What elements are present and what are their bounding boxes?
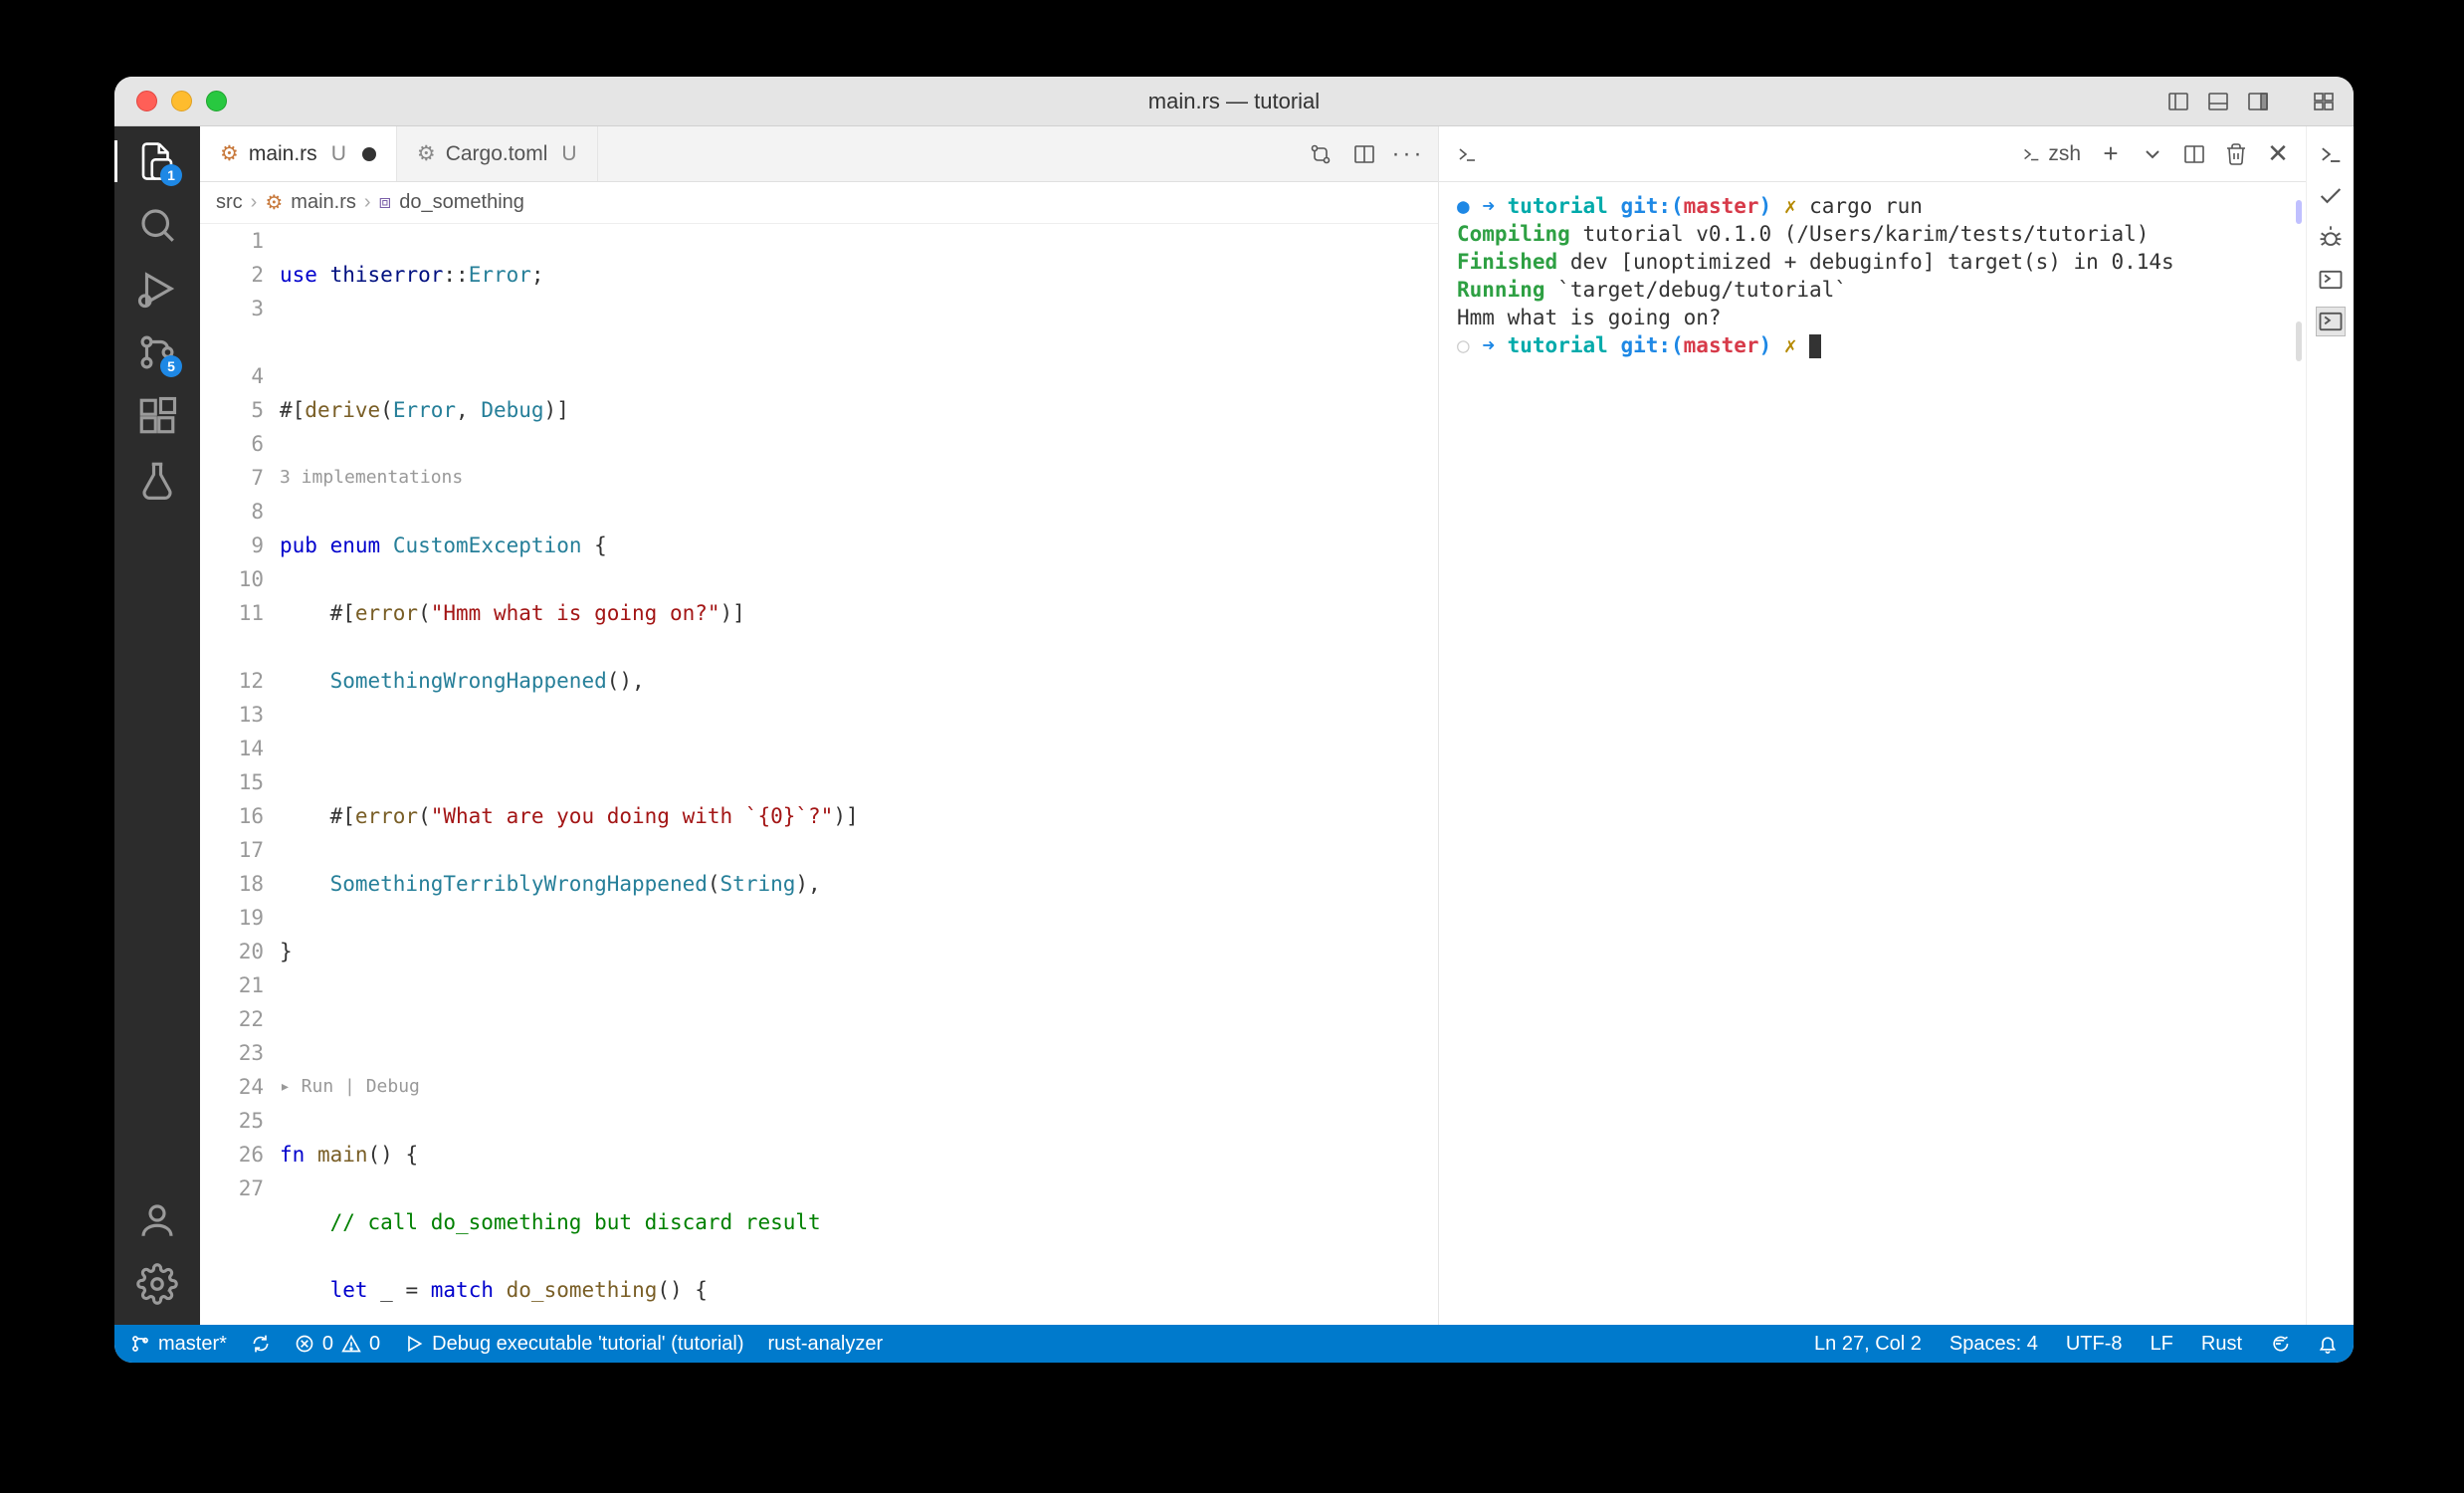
explorer-badge: 1 — [160, 164, 182, 186]
run-debug-icon[interactable] — [136, 268, 178, 310]
new-terminal-icon[interactable]: + — [2099, 142, 2123, 166]
tab-actions: ··· — [1309, 126, 1438, 181]
titlebar: main.rs — tutorial — [114, 77, 2354, 126]
layout-grid-icon[interactable] — [2312, 90, 2336, 113]
terminal-side-actions — [2306, 126, 2354, 1325]
side-output-icon[interactable] — [2317, 308, 2345, 335]
breadcrumb-segment[interactable]: src — [216, 191, 243, 214]
compare-changes-icon[interactable] — [1309, 142, 1333, 166]
feedback-icon[interactable] — [2270, 1334, 2290, 1354]
breadcrumb[interactable]: src › ⚙ main.rs › ⧈ do_something — [200, 182, 1438, 224]
terminal-titlebar: zsh + ✕ — [1439, 126, 2306, 182]
panel-right-icon[interactable] — [2246, 90, 2270, 113]
scm-badge: 5 — [160, 355, 182, 377]
code-lens-run[interactable]: ▸ Run | Debug — [280, 1070, 1418, 1104]
tab-label: Cargo.toml — [446, 142, 548, 166]
terminal-content[interactable]: ● ➜ tutorial git:(master) ✗ cargo run Co… — [1439, 182, 2306, 1325]
scrollbar-thumb[interactable] — [2296, 321, 2302, 361]
terminal-icon[interactable] — [1455, 142, 1479, 166]
tab-cargo-toml[interactable]: ⚙ Cargo.toml U — [397, 126, 598, 181]
source-control-icon[interactable]: 5 — [136, 331, 178, 373]
shell-name: zsh — [2048, 142, 2081, 166]
activity-bar: 1 5 — [114, 126, 200, 1325]
sync-status[interactable] — [251, 1334, 271, 1354]
tab-label: main.rs — [249, 142, 317, 166]
rust-analyzer-status[interactable]: rust-analyzer — [768, 1333, 884, 1356]
editor-group: ⚙ main.rs U ⚙ Cargo.toml U ··· src — [200, 126, 1438, 1325]
rust-file-icon: ⚙ — [265, 190, 283, 215]
tab-git-status: U — [331, 142, 346, 166]
bell-icon[interactable] — [2318, 1334, 2338, 1354]
terminal-profile-icon[interactable]: zsh — [2020, 142, 2081, 166]
code-content[interactable]: use thiserror::Error; #[derive(Error, De… — [280, 224, 1438, 1325]
toml-file-icon: ⚙ — [417, 141, 436, 166]
chevron-right-icon: › — [364, 191, 371, 214]
line-number-gutter: 123 4567891011 1213141516171819202122232… — [200, 224, 280, 1325]
gear-icon[interactable] — [136, 1263, 178, 1305]
indentation-status[interactable]: Spaces: 4 — [1950, 1333, 2038, 1356]
accounts-icon[interactable] — [136, 1199, 178, 1241]
more-actions-icon[interactable]: ··· — [1396, 142, 1420, 166]
side-terminal-icon[interactable] — [2317, 140, 2345, 168]
encoding-status[interactable]: UTF-8 — [2066, 1333, 2123, 1356]
window-body: 1 5 ⚙ main.rs U — [114, 126, 2354, 1325]
extensions-icon[interactable] — [136, 395, 178, 437]
code-lens[interactable]: 3 implementations — [280, 461, 1418, 495]
testing-icon[interactable] — [136, 459, 178, 501]
tab-git-status: U — [561, 142, 576, 166]
tab-main-rs[interactable]: ⚙ main.rs U — [200, 126, 397, 181]
search-icon[interactable] — [136, 204, 178, 246]
debug-target-status[interactable]: Debug executable 'tutorial' (tutorial) — [404, 1333, 743, 1356]
panel-bottom-icon[interactable] — [2206, 90, 2230, 113]
terminal-cursor — [1809, 334, 1821, 358]
code-editor[interactable]: 123 4567891011 1213141516171819202122232… — [200, 224, 1438, 1325]
eol-status[interactable]: LF — [2151, 1333, 2173, 1356]
branch-status[interactable]: master* — [130, 1333, 227, 1356]
terminal-dropdown-icon[interactable] — [2141, 142, 2164, 166]
breadcrumb-segment[interactable]: main.rs — [291, 191, 356, 214]
language-mode-status[interactable]: Rust — [2201, 1333, 2242, 1356]
window-title: main.rs — tutorial — [114, 89, 2354, 114]
vscode-window: main.rs — tutorial 1 5 — [114, 77, 2354, 1363]
chevron-right-icon: › — [251, 191, 258, 214]
breadcrumb-segment[interactable]: do_something — [399, 191, 524, 214]
terminal-panel: zsh + ✕ ● ➜ tutorial git:(master) ✗ carg… — [1438, 126, 2354, 1325]
trash-icon[interactable] — [2224, 142, 2248, 166]
tab-bar: ⚙ main.rs U ⚙ Cargo.toml U ··· — [200, 126, 1438, 182]
close-panel-icon[interactable]: ✕ — [2266, 142, 2290, 166]
rust-file-icon: ⚙ — [220, 141, 239, 166]
problems-status[interactable]: 0 0 — [295, 1333, 380, 1356]
side-check-icon[interactable] — [2317, 182, 2345, 210]
function-symbol-icon: ⧈ — [379, 191, 392, 214]
split-editor-icon[interactable] — [1352, 142, 1376, 166]
status-bar: master* 0 0 Debug executable 'tutorial' … — [114, 1325, 2354, 1363]
panel-left-icon[interactable] — [2166, 90, 2190, 113]
split-terminal-icon[interactable] — [2182, 142, 2206, 166]
scroll-indicator — [2296, 200, 2302, 224]
title-layout-buttons — [2166, 90, 2336, 113]
explorer-icon[interactable]: 1 — [136, 140, 178, 182]
side-debug-console-icon[interactable] — [2317, 266, 2345, 294]
cursor-position-status[interactable]: Ln 27, Col 2 — [1814, 1333, 1922, 1356]
side-bug-icon[interactable] — [2317, 224, 2345, 252]
modified-indicator-icon — [362, 147, 376, 161]
